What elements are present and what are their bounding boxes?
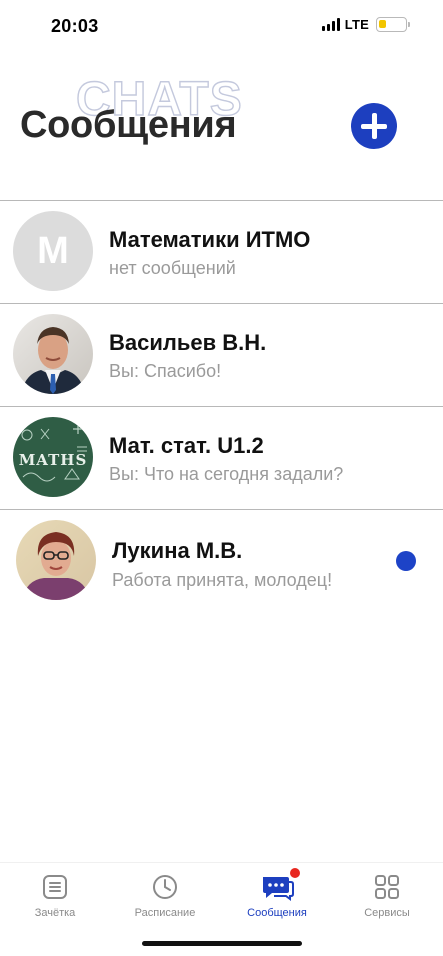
chat-item-lukina[interactable]: Лукина М.В. Работа принята, молодец! [0,510,443,616]
signal-icon [321,18,340,31]
tab-label: Расписание [134,907,196,919]
tab-zachetka[interactable]: Зачётка [0,873,110,919]
network-label: LTE [344,17,369,32]
chat-name: Мат. стат. U1.2 [109,433,264,458]
status-indicators: LTE [321,17,410,32]
page-title: Сообщения [20,104,237,146]
chat-preview: нет сообщений [109,258,236,278]
chat-preview: Вы: Что на сегодня задали? [109,464,344,484]
tab-raspisanie[interactable]: Расписание [110,873,220,919]
svg-text:MATHS: MATHS [19,451,88,469]
chat-name: Лукина М.В. [112,538,243,563]
chat-name: Математики ИТМО [109,227,311,252]
avatar: MATHS [13,417,93,497]
clock-icon [151,873,179,901]
home-indicator[interactable] [142,941,302,946]
avatar [13,314,93,394]
tab-servisy[interactable]: Сервисы [332,873,442,919]
status-bar: 20:03 LTE [0,0,443,52]
woman-portrait-photo [16,520,96,600]
battery-level [379,20,386,28]
tab-soobshcheniya[interactable]: Сообщения [222,868,332,919]
chat-bubbles-icon [260,868,300,901]
gradebook-icon [41,873,69,901]
chat-name: Васильев В.Н. [109,330,267,355]
new-chat-button[interactable] [351,103,397,149]
battery-icon [376,17,410,32]
chat-item-mat-stat[interactable]: MATHS Мат. стат. U1.2 Вы: Что на сегодня… [0,407,443,509]
tab-label: Сообщения [247,907,307,919]
chat-item-vasiliev[interactable]: Васильев В.Н. Вы: Спасибо! [0,304,443,406]
unread-indicator [396,551,416,571]
page-header: CHATS Сообщения [0,60,443,200]
status-time: 20:03 [51,16,99,36]
maths-chalkboard-image: MATHS [13,417,93,497]
notification-badge [290,868,300,878]
avatar [16,520,96,600]
tab-label: Сервисы [364,907,410,919]
grid-icon [373,873,401,901]
chat-item-matematiki-itmo[interactable]: M Математики ИТМО нет сообщений [0,201,443,303]
chat-list: M Математики ИТМО нет сообщений Васильев… [0,200,443,616]
chat-preview: Вы: Спасибо! [109,361,222,381]
plus-icon-stroke [371,113,377,139]
avatar: M [13,211,93,291]
tab-label: Зачётка [34,907,76,919]
man-portrait-photo [13,314,93,394]
chat-preview: Работа принята, молодец! [112,570,333,590]
